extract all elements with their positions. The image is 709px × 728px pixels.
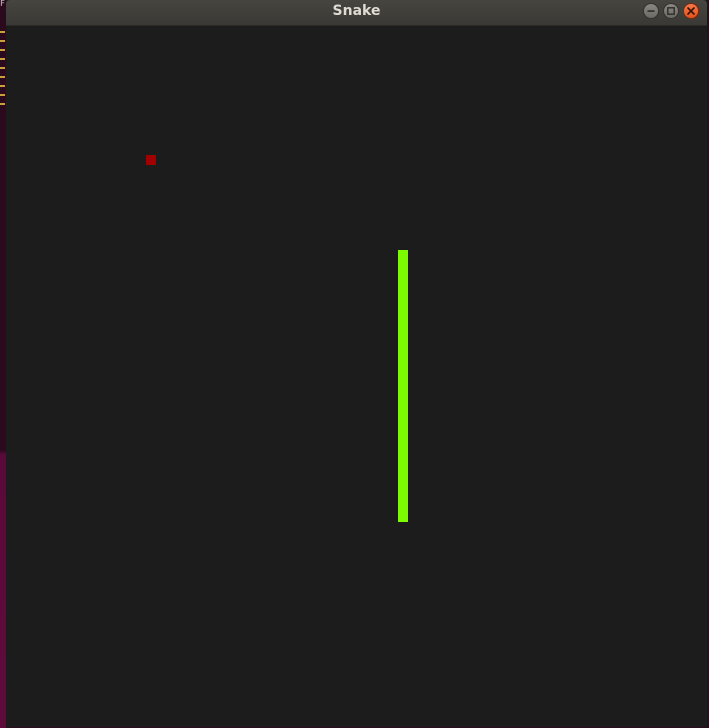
desktop-mark [0,76,5,78]
desktop-mark [0,40,5,42]
snake-window: Snake [6,0,707,727]
maximize-button[interactable] [663,3,679,19]
desktop-mark [0,31,5,33]
maximize-icon [667,7,675,15]
desktop-mark [0,94,5,96]
game-board[interactable] [6,26,707,727]
close-button[interactable] [683,3,699,19]
window-title: Snake [332,3,381,19]
desktop-mark [0,58,5,60]
desktop-mark [0,85,5,87]
close-icon [687,7,695,15]
title-bar[interactable]: Snake [6,0,707,26]
desktop-mark [0,49,5,51]
minimize-button[interactable] [643,3,659,19]
food-pellet [146,155,156,165]
minimize-icon [647,10,655,12]
snake [398,250,408,522]
desktop-mark [0,103,5,105]
desktop-mark [0,67,5,69]
